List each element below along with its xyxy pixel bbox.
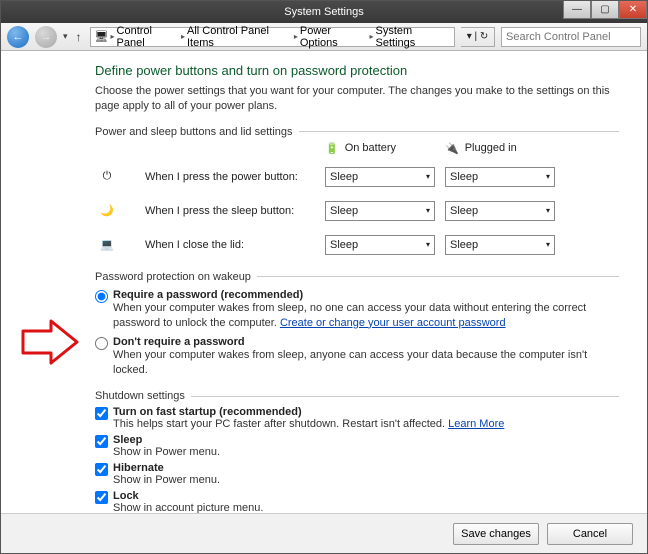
power-button-plugged-select[interactable]: Sleep▾ (445, 167, 555, 187)
sleep-button-plugged-select[interactable]: Sleep▾ (445, 201, 555, 221)
battery-icon: 🔋 (325, 142, 339, 155)
window-title: System Settings (284, 6, 363, 18)
fast-startup-option[interactable]: Turn on fast startup (recommended) This … (95, 406, 619, 430)
sleep-button-icon: 🌙 (95, 199, 119, 223)
sleep-option[interactable]: Sleep Show in Power menu. (95, 434, 619, 458)
minimize-button[interactable]: — (563, 1, 591, 19)
pc-icon: 🖥 (95, 30, 109, 43)
require-password-description: When your computer wakes from sleep, no … (113, 301, 619, 331)
sleep-checkbox[interactable] (95, 435, 108, 448)
lock-option[interactable]: Lock Show in account picture menu. (95, 490, 619, 513)
section-title: Power and sleep buttons and lid settings (95, 126, 619, 138)
forward-button[interactable]: → (35, 26, 57, 48)
require-password-label: Require a password (recommended) (113, 289, 619, 301)
breadcrumb-item[interactable]: All Control Panel Items (187, 25, 292, 49)
refresh-button[interactable]: ▾ | ↻ (461, 27, 495, 47)
chevron-right-icon: ▸ (181, 32, 185, 41)
row-label: When I close the lid: (145, 239, 315, 251)
dont-require-password-label: Don't require a password (113, 336, 619, 348)
lid-plugged-select[interactable]: Sleep▾ (445, 235, 555, 255)
sleep-button-battery-select[interactable]: Sleep▾ (325, 201, 435, 221)
column-plugged: 🔌 Plugged in (445, 142, 555, 155)
breadcrumb-item[interactable]: System Settings (376, 25, 450, 49)
fast-startup-label: Turn on fast startup (recommended) (113, 406, 619, 418)
breadcrumb-item[interactable]: Power Options (300, 25, 368, 49)
sleep-label: Sleep (113, 434, 619, 446)
lock-label: Lock (113, 490, 619, 502)
dont-require-password-option[interactable]: Don't require a password When your compu… (95, 336, 619, 378)
lid-icon: 💻 (95, 233, 119, 257)
create-password-link[interactable]: Create or change your user account passw… (280, 317, 506, 329)
sleep-description: Show in Power menu. (113, 446, 619, 458)
hibernate-description: Show in Power menu. (113, 474, 619, 486)
titlebar: System Settings — ▢ ✕ (1, 1, 647, 23)
content-area: Define power buttons and turn on passwor… (1, 51, 647, 513)
callout-arrow-icon (21, 319, 79, 365)
column-battery: 🔋 On battery (325, 142, 435, 155)
power-settings-grid: 🔋 On battery 🔌 Plugged in ⏻ When I press… (95, 142, 619, 257)
breadcrumb-item[interactable]: Control Panel (117, 25, 179, 49)
row-label: When I press the power button: (145, 171, 315, 183)
lid-battery-select[interactable]: Sleep▾ (325, 235, 435, 255)
window-controls: — ▢ ✕ (563, 1, 647, 19)
learn-more-link[interactable]: Learn More (448, 418, 504, 430)
hibernate-label: Hibernate (113, 462, 619, 474)
plug-icon: 🔌 (445, 142, 459, 155)
window: System Settings — ▢ ✕ ← → ▾ ↑ 🖥 ▸ Contro… (0, 0, 648, 554)
up-button[interactable]: ↑ (74, 30, 84, 44)
history-dropdown-icon[interactable]: ▾ (63, 31, 68, 42)
row-label: When I press the sleep button: (145, 205, 315, 217)
fast-startup-description: This helps start your PC faster after sh… (113, 418, 619, 430)
require-password-option[interactable]: Require a password (recommended) When yo… (95, 289, 619, 331)
power-button-icon: ⏻ (95, 165, 119, 189)
hibernate-option[interactable]: Hibernate Show in Power menu. (95, 462, 619, 486)
require-password-radio[interactable] (95, 290, 108, 303)
cancel-button[interactable]: Cancel (547, 523, 633, 545)
close-button[interactable]: ✕ (619, 1, 647, 19)
dont-require-password-radio[interactable] (95, 337, 108, 350)
page-description: Choose the power settings that you want … (95, 84, 619, 114)
lock-description: Show in account picture menu. (113, 502, 619, 513)
page-heading: Define power buttons and turn on passwor… (95, 63, 619, 78)
save-changes-button[interactable]: Save changes (453, 523, 539, 545)
section-title: Password protection on wakeup (95, 271, 619, 283)
maximize-button[interactable]: ▢ (591, 1, 619, 19)
navbar: ← → ▾ ↑ 🖥 ▸ Control Panel ▸ All Control … (1, 23, 647, 51)
chevron-right-icon: ▸ (370, 32, 374, 41)
hibernate-checkbox[interactable] (95, 463, 108, 476)
search-input[interactable] (501, 27, 641, 47)
fast-startup-checkbox[interactable] (95, 407, 108, 420)
footer: Save changes Cancel (1, 513, 647, 553)
lock-checkbox[interactable] (95, 491, 108, 504)
breadcrumb[interactable]: 🖥 ▸ Control Panel ▸ All Control Panel It… (90, 27, 455, 47)
chevron-right-icon: ▸ (294, 32, 298, 41)
chevron-right-icon: ▸ (111, 32, 115, 41)
dont-require-password-description: When your computer wakes from sleep, any… (113, 348, 619, 378)
back-button[interactable]: ← (7, 26, 29, 48)
power-button-battery-select[interactable]: Sleep▾ (325, 167, 435, 187)
section-title: Shutdown settings (95, 390, 619, 402)
